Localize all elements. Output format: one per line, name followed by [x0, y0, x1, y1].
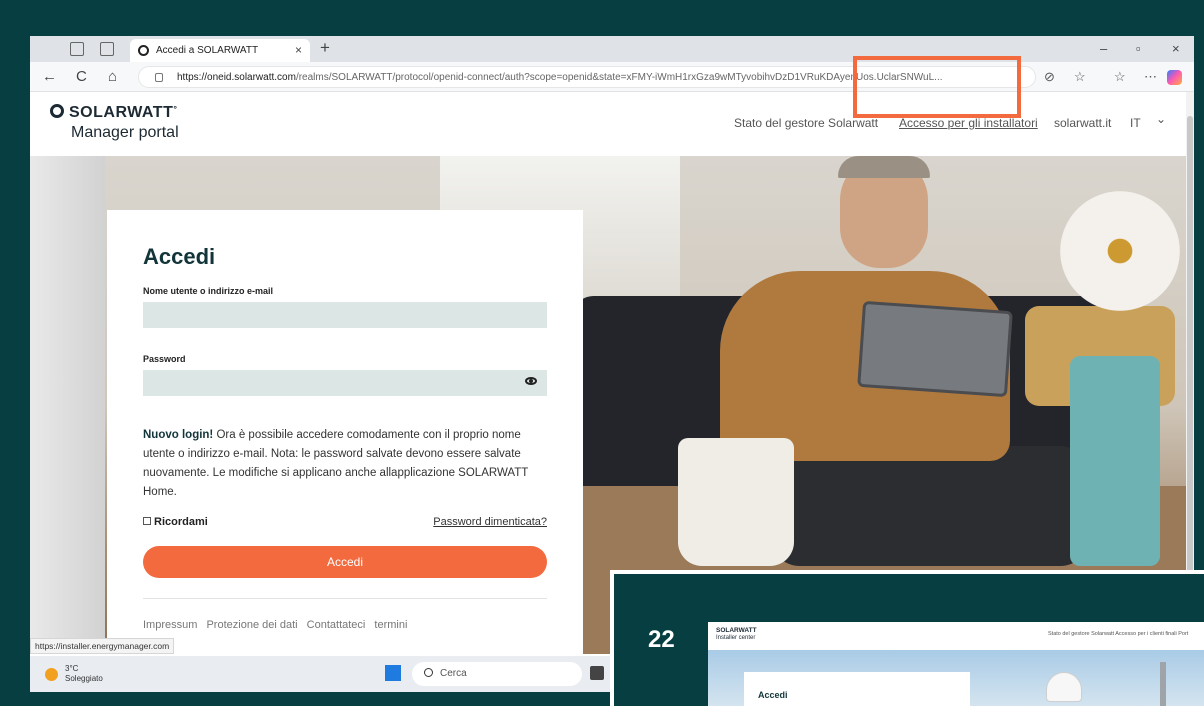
weather-widget[interactable]: 3°C Soleggiato	[65, 664, 103, 684]
back-icon[interactable]: ←	[42, 68, 57, 85]
flower-shape	[1060, 191, 1180, 311]
sun-icon	[45, 668, 58, 681]
scrollbar-thumb[interactable]	[1187, 116, 1193, 636]
solarwatt-logo[interactable]: SOLARWATT° Manager portal	[50, 104, 179, 142]
pole-shape	[1160, 662, 1166, 706]
curtain-shape	[30, 156, 105, 654]
cup-shape	[678, 438, 794, 566]
forgot-password-link[interactable]: Password dimenticata?	[433, 516, 547, 528]
lock-icon	[155, 73, 163, 82]
home-icon[interactable]: ⌂	[108, 68, 117, 85]
remember-row: Ricordami Password dimenticata?	[143, 516, 547, 532]
show-password-icon[interactable]	[525, 377, 537, 385]
maximize-icon[interactable]: ▫	[1136, 41, 1141, 56]
highlight-box	[853, 56, 1021, 118]
username-label: Nome utente o indirizzo e-mail	[143, 286, 274, 296]
nav-status-link[interactable]: Stato del gestore Solarwatt	[734, 116, 878, 130]
preview-login-card: Accedi	[744, 672, 970, 706]
tab-actions-icon[interactable]	[100, 42, 114, 56]
new-tab-icon[interactable]: +	[320, 38, 330, 58]
logo-product: Manager portal	[71, 124, 179, 141]
footer-links: Impressum Protezione dei dati Contattate…	[143, 619, 547, 631]
url-path: /realms/SOLARWATT/protocol/openid-connec…	[295, 72, 943, 83]
url-domain: https://oneid.solarwatt.com	[177, 72, 296, 83]
login-notice: Nuovo login! Ora è possibile accedere co…	[143, 426, 547, 502]
tab-solarwatt-login[interactable]: Accedi a SOLARWATT ×	[130, 39, 310, 62]
step-number: 22	[648, 626, 675, 653]
close-tab-icon[interactable]: ×	[295, 43, 302, 57]
login-card: Accedi Nome utente o indirizzo e-mail Pa…	[107, 210, 583, 654]
footer-link-terms[interactable]: termini	[374, 619, 407, 631]
remember-label[interactable]: Ricordami	[154, 516, 208, 528]
nav-solarwatt-site-link[interactable]: solarwatt.it	[1054, 116, 1111, 130]
solarwatt-favicon-icon	[138, 45, 149, 56]
preview-product: Installer center	[716, 635, 756, 641]
footer-link-contact[interactable]: Contattateci	[307, 619, 366, 631]
solarwatt-ring-icon	[50, 104, 64, 118]
chevron-down-icon[interactable]: ⌄	[1156, 112, 1166, 126]
language-selector[interactable]: IT	[1130, 116, 1141, 130]
logo-brand-mark: °	[173, 104, 178, 114]
preview-login-title: Accedi	[758, 690, 788, 700]
status-bar-url: https://installer.energymanager.com	[30, 638, 175, 654]
footer-link-privacy[interactable]: Protezione dei dati	[206, 619, 297, 631]
password-input[interactable]	[143, 370, 547, 396]
divider	[143, 598, 547, 599]
collections-icon[interactable]: ☆	[1114, 69, 1126, 85]
workspaces-icon[interactable]	[70, 42, 84, 56]
tracking-prevention-icon[interactable]: ⊘	[1044, 69, 1055, 85]
person-hair-shape	[838, 156, 930, 178]
login-title: Accedi	[143, 244, 216, 269]
reload-icon[interactable]: C	[76, 68, 87, 85]
taskbar-search-placeholder: Cerca	[440, 668, 467, 679]
minimize-icon[interactable]: –	[1100, 41, 1107, 56]
notice-bold: Nuovo login!	[143, 429, 214, 441]
helmet-shape	[1046, 672, 1082, 702]
installer-center-preview: SOLARWATT Installer center Stato del ges…	[708, 622, 1204, 706]
more-menu-icon[interactable]: ⋯	[1144, 69, 1157, 85]
password-label: Password	[143, 354, 186, 364]
next-step-inset: 22 SOLARWATT Installer center Stato del …	[610, 570, 1204, 706]
taskbar-search[interactable]: Cerca	[412, 662, 582, 686]
windows-start-icon[interactable]	[385, 665, 401, 681]
username-input[interactable]	[143, 302, 547, 328]
tablet-shape	[857, 300, 1013, 398]
preview-logo: SOLARWATT Installer center	[716, 627, 757, 642]
weather-condition: Soleggiato	[65, 674, 103, 683]
weather-temperature: 3°C	[65, 664, 79, 673]
tab-title: Accedi a SOLARWATT	[156, 45, 259, 56]
favorites-icon[interactable]: ☆	[1074, 69, 1086, 85]
preview-nav: Stato del gestore Solarwatt Accesso per …	[1048, 631, 1189, 637]
preview-header: SOLARWATT Installer center Stato del ges…	[708, 622, 1204, 650]
preview-brand: SOLARWATT	[716, 627, 757, 634]
vase-shape	[1070, 356, 1160, 566]
close-window-icon[interactable]: ×	[1172, 41, 1180, 56]
person-legs-shape	[770, 446, 1090, 566]
footer-link-impressum[interactable]: Impressum	[143, 619, 197, 631]
search-icon	[424, 668, 433, 677]
nav-installer-access-link[interactable]: Accesso per gli installatori	[899, 116, 1038, 130]
remember-checkbox[interactable]	[143, 517, 151, 525]
copilot-icon[interactable]	[1167, 70, 1182, 85]
taskbar-app-icon[interactable]	[590, 666, 604, 680]
submit-button[interactable]: Accedi	[143, 546, 547, 578]
logo-brand: SOLARWATT	[69, 104, 174, 121]
